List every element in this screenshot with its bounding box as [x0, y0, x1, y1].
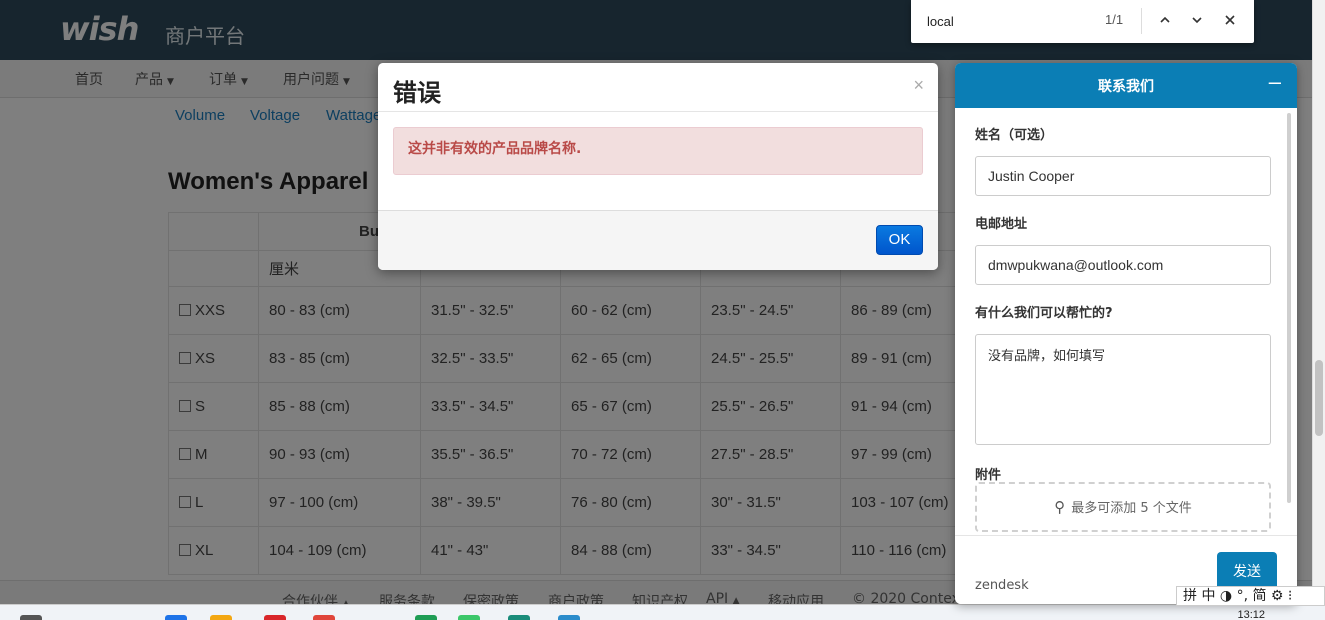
ok-button[interactable]: OK — [876, 225, 923, 255]
widget-title: 联系我们 — [1098, 79, 1154, 95]
contact-us-widget: 联系我们 – 姓名（可选） 电邮地址 有什么我们可以帮忙的? 没有品牌，如何填写… — [955, 63, 1297, 604]
attachment-hint: 最多可添加 5 个文件 — [1071, 501, 1192, 516]
email-label: 电邮地址 — [975, 217, 1028, 232]
app-icon[interactable] — [264, 615, 286, 620]
find-next-button[interactable] — [1186, 10, 1208, 32]
dialog-footer: OK — [378, 210, 938, 270]
find-bar: 1/1 — [911, 0, 1254, 43]
dialog-divider — [378, 111, 938, 112]
paperclip-icon: ⚲ — [1054, 498, 1066, 516]
folder-icon[interactable] — [210, 615, 232, 620]
email-field[interactable] — [975, 245, 1271, 285]
app-icon[interactable] — [558, 615, 580, 620]
help-label: 有什么我们可以帮忙的? — [975, 306, 1113, 321]
browser-icon[interactable] — [165, 615, 187, 620]
os-taskbar: 13:12 — [0, 604, 1325, 620]
attachment-label: 附件 — [975, 468, 1002, 483]
error-alert: 这并非有效的产品品牌名称. — [393, 127, 923, 175]
name-label: 姓名（可选） — [975, 128, 1054, 143]
widget-scrollbar[interactable] — [1287, 113, 1291, 503]
error-dialog: 错误 × 这并非有效的产品品牌名称. OK — [378, 63, 938, 270]
app-icon[interactable] — [415, 615, 437, 620]
app-icon[interactable] — [508, 615, 530, 620]
chevron-up-icon — [1160, 16, 1170, 23]
ime-toolbar[interactable]: 拼 中 ◑ °, 简 ⚙ ⁝ — [1176, 586, 1325, 606]
find-input[interactable] — [927, 11, 1087, 31]
name-field[interactable] — [975, 156, 1271, 196]
find-close-button[interactable] — [1219, 10, 1241, 32]
zendesk-logo: zendesk — [975, 578, 1029, 593]
taskbar-clock[interactable]: 13:12 — [1237, 609, 1265, 620]
scrollbar-thumb[interactable] — [1315, 360, 1323, 436]
minimize-icon[interactable]: – — [1269, 71, 1281, 93]
find-prev-button[interactable] — [1154, 10, 1176, 32]
help-textarea[interactable]: 没有品牌，如何填写 — [975, 334, 1271, 445]
widget-header: 联系我们 – — [955, 63, 1297, 108]
close-icon — [1225, 15, 1235, 25]
page-scrollbar[interactable] — [1312, 0, 1325, 604]
attachment-dropzone[interactable]: ⚲ 最多可添加 5 个文件 — [975, 482, 1271, 532]
chevron-down-icon — [1192, 17, 1202, 24]
search-icon[interactable] — [20, 615, 42, 620]
find-divider — [1141, 8, 1142, 34]
wechat-icon[interactable] — [458, 615, 480, 620]
find-match-count: 1/1 — [1105, 12, 1124, 27]
close-icon[interactable]: × — [913, 75, 924, 96]
chrome-icon[interactable] — [313, 615, 335, 620]
dialog-title: 错误 — [393, 79, 441, 107]
